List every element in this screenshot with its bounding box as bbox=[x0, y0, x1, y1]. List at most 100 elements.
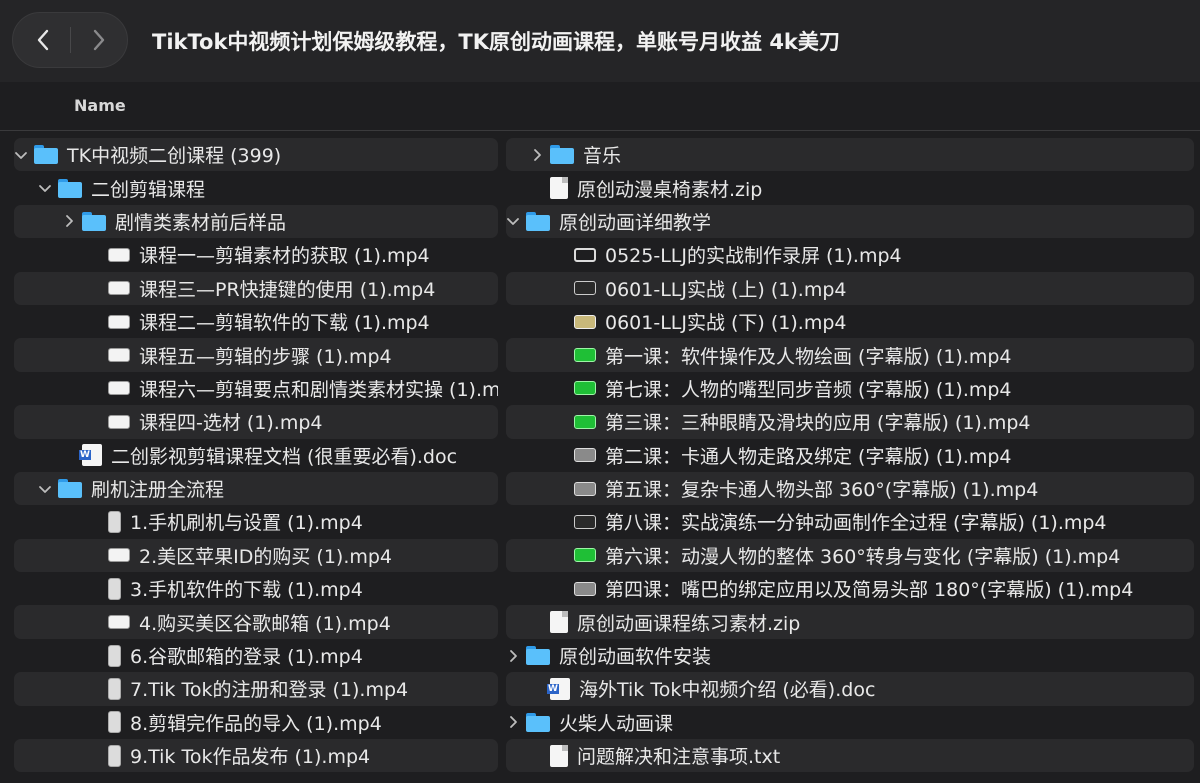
disclosure-toggle bbox=[88, 547, 102, 563]
disclosure-toggle bbox=[554, 514, 568, 530]
folder-row[interactable]: 剧情类素材前后样品 bbox=[14, 204, 498, 239]
folder-row[interactable]: 刷机注册全流程 bbox=[14, 471, 498, 506]
folder-icon bbox=[58, 479, 82, 499]
file-row[interactable]: 第五课：复杂卡通人物头部 360°(字幕版) (1).mp4 bbox=[506, 471, 1194, 506]
file-row[interactable]: 课程三—PR快捷键的使用 (1).mp4 bbox=[14, 271, 498, 305]
file-row[interactable]: 0601-LLJ实战 (上) (1).mp4 bbox=[506, 271, 1194, 305]
file-name: 原创动画课程练习素材.zip bbox=[577, 612, 801, 635]
file-name: 音乐 bbox=[583, 145, 622, 168]
file-row[interactable]: 课程四-选材 (1).mp4 bbox=[14, 405, 498, 439]
folder-row[interactable]: 火柴人动画课 bbox=[506, 706, 1194, 739]
file-name: 课程六—剪辑要点和剧情类素材实操 (1).mp4 bbox=[139, 378, 498, 401]
disclosure-toggle bbox=[88, 748, 102, 764]
file-row[interactable]: 课程二—剪辑软件的下载 (1).mp4 bbox=[14, 305, 498, 338]
disclosure-toggle bbox=[530, 614, 544, 630]
back-button[interactable] bbox=[15, 13, 71, 67]
file-row[interactable]: 第四课：嘴巴的绑定应用以及简易头部 180°(字幕版) (1).mp4 bbox=[506, 572, 1194, 605]
file-name: 课程四-选材 (1).mp4 bbox=[139, 412, 323, 435]
disclosure-toggle bbox=[554, 547, 568, 563]
chevron-down-icon[interactable] bbox=[38, 181, 52, 195]
file-row[interactable]: 第一课：软件操作及人物绘画 (字幕版) (1).mp4 bbox=[506, 338, 1194, 372]
chevron-right-icon[interactable] bbox=[506, 649, 520, 663]
file-row[interactable]: 8.剪辑完作品的导入 (1).mp4 bbox=[14, 706, 498, 739]
file-name: 第八课：实战演练一分钟动画制作全过程 (字幕版) (1).mp4 bbox=[605, 512, 1107, 535]
file-row[interactable]: 3.手机软件的下载 (1).mp4 bbox=[14, 572, 498, 605]
file-name: 课程五—剪辑的步骤 (1).mp4 bbox=[139, 345, 392, 368]
chevron-right-icon[interactable] bbox=[506, 715, 520, 729]
chevron-right-icon[interactable] bbox=[62, 214, 76, 228]
folder-row[interactable]: 二创剪辑课程 bbox=[14, 171, 498, 204]
file-row[interactable]: 原创动画课程练习素材.zip bbox=[506, 605, 1194, 639]
chevron-down-icon[interactable] bbox=[38, 482, 52, 496]
disclosure-toggle bbox=[88, 380, 102, 396]
file-name: 课程一—剪辑素材的获取 (1).mp4 bbox=[139, 245, 430, 268]
video-icon bbox=[108, 247, 130, 262]
disclosure-toggle[interactable] bbox=[38, 481, 52, 497]
file-row[interactable]: 6.谷歌邮箱的登录 (1).mp4 bbox=[14, 639, 498, 672]
file-name: 第七课：人物的嘴型同步音频 (字幕版) (1).mp4 bbox=[605, 378, 1012, 401]
disclosure-toggle[interactable] bbox=[38, 180, 52, 196]
name-column-header[interactable]: Name bbox=[74, 96, 126, 115]
file-row[interactable]: 0525-LLJ的实战制作录屏 (1).mp4 bbox=[506, 238, 1194, 271]
disclosure-toggle[interactable] bbox=[506, 714, 520, 730]
chevron-right-icon[interactable] bbox=[530, 148, 544, 162]
file-row[interactable]: 第二课：卡通人物走路及绑定 (字幕版) (1).mp4 bbox=[506, 439, 1194, 472]
file-row[interactable]: 原创动漫桌椅素材.zip bbox=[506, 171, 1194, 204]
video-icon bbox=[574, 481, 596, 496]
text-file-icon bbox=[550, 744, 568, 767]
video-icon bbox=[108, 615, 130, 630]
file-row[interactable]: 4.购买美区谷歌邮箱 (1).mp4 bbox=[14, 605, 498, 639]
file-name: 8.剪辑完作品的导入 (1).mp4 bbox=[130, 712, 382, 735]
disclosure-toggle[interactable] bbox=[506, 213, 520, 229]
video-icon bbox=[108, 348, 130, 363]
chevron-down-icon[interactable] bbox=[506, 214, 520, 228]
file-row[interactable]: 7.Tik Tok的注册和登录 (1).mp4 bbox=[14, 672, 498, 706]
file-row[interactable]: 课程五—剪辑的步骤 (1).mp4 bbox=[14, 338, 498, 372]
disclosure-toggle bbox=[88, 280, 102, 296]
file-name: 剧情类素材前后样品 bbox=[115, 211, 287, 234]
video-icon bbox=[574, 514, 596, 529]
phone-video-icon bbox=[108, 644, 121, 667]
phone-video-icon bbox=[108, 677, 121, 700]
disclosure-toggle[interactable] bbox=[506, 648, 520, 664]
file-row[interactable]: 2.美区苹果ID的购买 (1).mp4 bbox=[14, 538, 498, 573]
video-icon bbox=[574, 548, 596, 563]
folder-icon bbox=[526, 712, 550, 732]
folder-icon bbox=[526, 211, 550, 231]
file-row[interactable]: W 海外Tik Tok中视频介绍 (必看).doc bbox=[506, 672, 1194, 706]
file-row[interactable]: 课程六—剪辑要点和剧情类素材实操 (1).mp4 bbox=[14, 372, 498, 405]
file-row[interactable]: 第六课：动漫人物的整体 360°转身与变化 (字幕版) (1).mp4 bbox=[506, 538, 1194, 573]
file-row[interactable]: 9.Tik Tok作品发布 (1).mp4 bbox=[14, 739, 498, 773]
video-icon bbox=[574, 581, 596, 596]
file-name: 3.手机软件的下载 (1).mp4 bbox=[130, 579, 363, 602]
file-name: 1.手机刷机与设置 (1).mp4 bbox=[130, 512, 363, 535]
file-name: 刷机注册全流程 bbox=[91, 479, 225, 502]
file-row[interactable]: 第七课：人物的嘴型同步音频 (字幕版) (1).mp4 bbox=[506, 372, 1194, 405]
disclosure-toggle bbox=[88, 314, 102, 330]
folder-row[interactable]: TK中视频二创课程 (399) bbox=[14, 138, 498, 172]
video-icon bbox=[574, 414, 596, 429]
video-icon bbox=[108, 381, 130, 396]
folder-row[interactable]: 原创动画软件安装 bbox=[506, 639, 1194, 672]
file-row[interactable]: 第八课：实战演练一分钟动画制作全过程 (字幕版) (1).mp4 bbox=[506, 505, 1194, 538]
forward-button[interactable] bbox=[71, 13, 127, 67]
file-name: 9.Tik Tok作品发布 (1).mp4 bbox=[130, 746, 371, 769]
file-row[interactable]: 1.手机刷机与设置 (1).mp4 bbox=[14, 505, 498, 538]
chevron-down-icon[interactable] bbox=[14, 148, 28, 162]
file-name: 第二课：卡通人物走路及绑定 (字幕版) (1).mp4 bbox=[605, 445, 1012, 468]
disclosure-toggle bbox=[530, 180, 544, 196]
file-name: 第三课：三种眼睛及滑块的应用 (字幕版) (1).mp4 bbox=[605, 412, 1031, 435]
video-icon bbox=[108, 281, 130, 296]
file-row[interactable]: W 二创影视剪辑课程文档 (很重要必看).doc bbox=[14, 439, 498, 472]
disclosure-toggle[interactable] bbox=[530, 147, 544, 163]
folder-row[interactable]: 音乐 bbox=[506, 138, 1194, 172]
window-title: TikTok中视频计划保姆级教程，TK原创动画课程，单账号月收益 4k美刀 bbox=[152, 30, 840, 54]
disclosure-toggle[interactable] bbox=[14, 147, 28, 163]
file-row[interactable]: 第三课：三种眼睛及滑块的应用 (字幕版) (1).mp4 bbox=[506, 405, 1194, 439]
file-row[interactable]: 问题解决和注意事项.txt bbox=[506, 739, 1194, 773]
file-row[interactable]: 课程一—剪辑素材的获取 (1).mp4 bbox=[14, 238, 498, 271]
folder-row[interactable]: 原创动画详细教学 bbox=[506, 204, 1194, 239]
file-row[interactable]: 0601-LLJ实战 (下) (1).mp4 bbox=[506, 305, 1194, 338]
disclosure-toggle[interactable] bbox=[62, 213, 76, 229]
phone-video-icon bbox=[108, 577, 121, 600]
